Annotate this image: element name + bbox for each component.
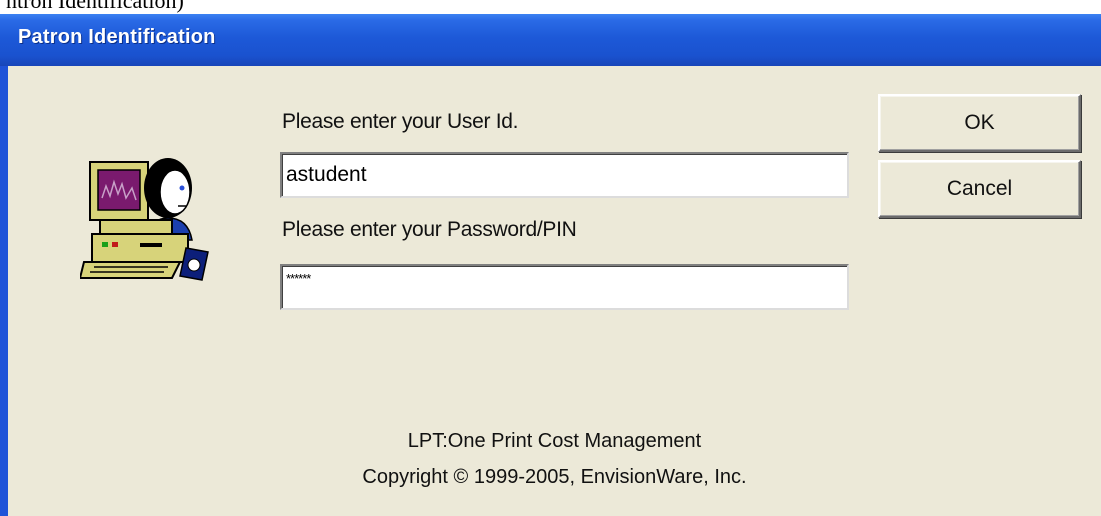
ok-button[interactable]: OK [878,94,1081,152]
user-id-input[interactable] [282,154,847,196]
user-id-field[interactable] [280,152,849,198]
background-window-text: ntron Identification) [6,0,184,13]
background-window-strip: ntron Identification) [0,0,1101,14]
password-label: Please enter your Password/PIN [282,218,577,241]
copyright-text: Copyright © 1999-2005, EnvisionWare, Inc… [362,466,747,488]
user-id-label: Please enter your User Id. [282,110,519,133]
password-field[interactable] [280,264,849,310]
title-bar[interactable]: Patron Identification [0,14,1101,66]
password-input[interactable] [282,266,847,290]
patron-identification-dialog: Patron Identification Please enter your … [0,14,1101,516]
dialog-title: Patron Identification [18,26,216,48]
cancel-button[interactable]: Cancel [878,160,1081,218]
patron-computer-icon [80,158,209,281]
product-name: LPT:One Print Cost Management [407,430,702,452]
dialog-body: Please enter your User Id. Please enter … [8,66,1101,516]
